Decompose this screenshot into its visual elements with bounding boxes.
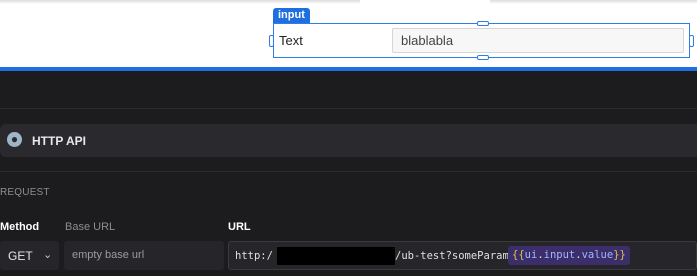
base-url-label: Base URL bbox=[65, 221, 116, 233]
section-divider bbox=[0, 171, 697, 172]
url-input[interactable]: http:/ /ub-test?someParam= {{ui.input.va… bbox=[228, 241, 697, 270]
template-object: ui bbox=[524, 249, 538, 261]
url-suffix: /ub-test?someParam= bbox=[395, 250, 516, 262]
resize-handle-right[interactable] bbox=[689, 35, 694, 47]
globe-icon: ● bbox=[7, 132, 22, 147]
query-editor-panel: ● HTTP API REQUEST Method Base URL URL G… bbox=[0, 71, 697, 276]
resize-handle-left[interactable] bbox=[269, 35, 274, 47]
input-label: Text bbox=[279, 33, 303, 48]
method-label: Method bbox=[0, 221, 40, 233]
template-expression[interactable]: {{ui.input.value}} bbox=[508, 246, 630, 265]
canvas-top-shadow bbox=[0, 0, 697, 4]
method-select[interactable]: GET ⌄ bbox=[0, 241, 59, 270]
query-toolbar bbox=[0, 71, 697, 109]
selected-input-component[interactable]: Text blablabla bbox=[269, 21, 694, 60]
redacted-host bbox=[277, 247, 395, 265]
base-url-input[interactable]: empty base url bbox=[64, 241, 224, 270]
resize-handle-top[interactable] bbox=[477, 21, 489, 26]
url-label: URL bbox=[228, 221, 251, 233]
resize-handle-bottom[interactable] bbox=[477, 55, 489, 60]
canvas-top-gap bbox=[360, 0, 490, 4]
template-property: value bbox=[581, 249, 614, 261]
template-open-brace: {{ bbox=[512, 249, 525, 261]
template-close-brace: }} bbox=[613, 249, 626, 261]
template-component: input bbox=[543, 249, 576, 261]
request-section-label: REQUEST bbox=[0, 187, 50, 198]
app-canvas: input Text blablabla bbox=[0, 0, 697, 67]
chevron-down-icon: ⌄ bbox=[43, 249, 53, 261]
query-title: HTTP API bbox=[32, 134, 87, 148]
url-prefix: http:/ bbox=[235, 250, 273, 262]
method-value: GET bbox=[8, 249, 33, 263]
query-header[interactable]: ● HTTP API bbox=[0, 124, 697, 157]
text-input-field[interactable]: blablabla bbox=[392, 28, 684, 53]
component-name-tag[interactable]: input bbox=[273, 8, 310, 23]
